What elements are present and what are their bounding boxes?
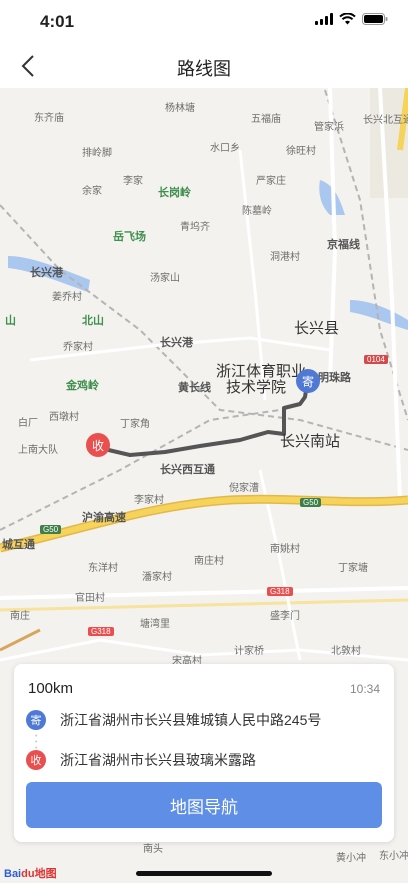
road-shield: G318 [267,587,293,596]
recv-pin[interactable]: 收 [86,433,110,457]
place-label: 李家村 [134,495,164,506]
place-label: 上南大队 [18,445,58,456]
place-label: 官田村 [75,593,105,604]
place-label: 南头 [143,844,163,855]
to-row: 收 浙江省湖州市长兴县玻璃米露路 [26,748,256,772]
place-label: 南庄 [10,611,30,622]
scenic-label: 金鸡岭 [66,380,99,392]
road-shield: G318 [88,627,114,636]
place-label: 黄小冲 [336,853,366,864]
place-label: 陈墓岭 [242,206,272,217]
place-label: 东小冲 [379,851,408,862]
battery-icon [362,13,388,25]
road-shield: G50 [300,498,322,507]
place-label: 北敦村 [331,646,361,657]
status-bar: 4:01 [0,0,408,44]
scenic-label: 岳飞场 [113,231,146,243]
place-label: 长兴北互通 [363,115,408,126]
baidu-logo: Baidu地图 [4,865,57,881]
signal-icon [315,13,333,25]
road-label: 长兴港 [30,267,63,279]
route-card: 100km 10:34 寄 浙江省湖州市长兴县雉城镇人民中路245号 • • • 收… [14,664,394,842]
road-label: 明珠路 [318,372,351,384]
place-label: 东洋村 [88,563,118,574]
place-label: 东齐庙 [34,113,64,124]
place-label: 余家 [82,186,102,197]
page-title: 路线图 [177,59,231,79]
from-tag: 寄 [26,710,46,730]
to-address: 浙江省湖州市长兴县玻璃米露路 [60,752,256,768]
place-label: 青坞齐 [180,222,210,233]
send-pin[interactable]: 寄 [296,369,320,393]
place-label: 计家桥 [234,646,264,657]
landmark-label: 长兴南站 [280,433,341,450]
road-label: 长兴西互通 [160,464,215,476]
nav-bar: 路线图 [0,44,408,88]
place-label: 丁家角 [120,419,150,430]
place-label: 乔家村 [63,342,93,353]
place-label: 汤家山 [150,273,180,284]
place-label: 南庄村 [194,556,224,567]
road-shield: G50 [40,525,62,534]
place-label: 盛李门 [270,611,300,622]
to-tag: 收 [26,750,46,770]
place-label: 管家浜 [314,122,344,133]
scenic-label: 山 [5,315,16,327]
home-indicator [136,871,272,876]
status-time: 4:01 [40,12,75,31]
place-label: 塘湾里 [140,619,170,630]
place-label: 李家 [123,176,143,187]
route-distance: 100km [28,680,74,697]
from-address: 浙江省湖州市长兴县雉城镇人民中路245号 [60,712,322,728]
place-label: 洞港村 [270,252,300,263]
from-row: 寄 浙江省湖州市长兴县雉城镇人民中路245号 [26,708,321,732]
place-label: 杨林塘 [165,103,195,114]
landmark-label: 长兴县 [294,320,340,337]
road-shield: 0104 [364,355,388,364]
road-label: 京福线 [327,239,360,251]
place-label: 倪家漕 [229,483,259,494]
scenic-label: 长岗岭 [158,187,191,199]
road-label: 长兴港 [160,337,193,349]
place-label: 南姚村 [270,544,300,555]
logo-du: du地图 [21,868,57,880]
map-navigation-button[interactable]: 地图导航 [26,782,382,828]
route-duration: 10:34 [349,682,380,696]
place-label: 徐旺村 [286,146,316,157]
road-label: 城互通 [2,539,35,551]
place-label: 潘家村 [142,572,172,583]
wifi-icon [339,13,356,25]
road-label: 沪渝高速 [82,512,126,524]
status-icons [315,13,388,25]
place-label: 五福庙 [251,114,281,125]
logo-bai: Bai [4,868,22,880]
place-label: 水口乡 [210,143,240,154]
place-label: 严家庄 [256,176,286,187]
road-label: 黄长线 [178,382,211,394]
place-label: 丁家塘 [338,563,368,574]
place-label: 排岭脚 [82,148,112,159]
place-label: 姜乔村 [52,292,82,303]
place-label: 西墩村 [49,412,79,423]
landmark-label: 技术学院 [226,379,287,396]
place-label: 白厂 [18,418,38,429]
scenic-label: 北山 [82,315,104,327]
